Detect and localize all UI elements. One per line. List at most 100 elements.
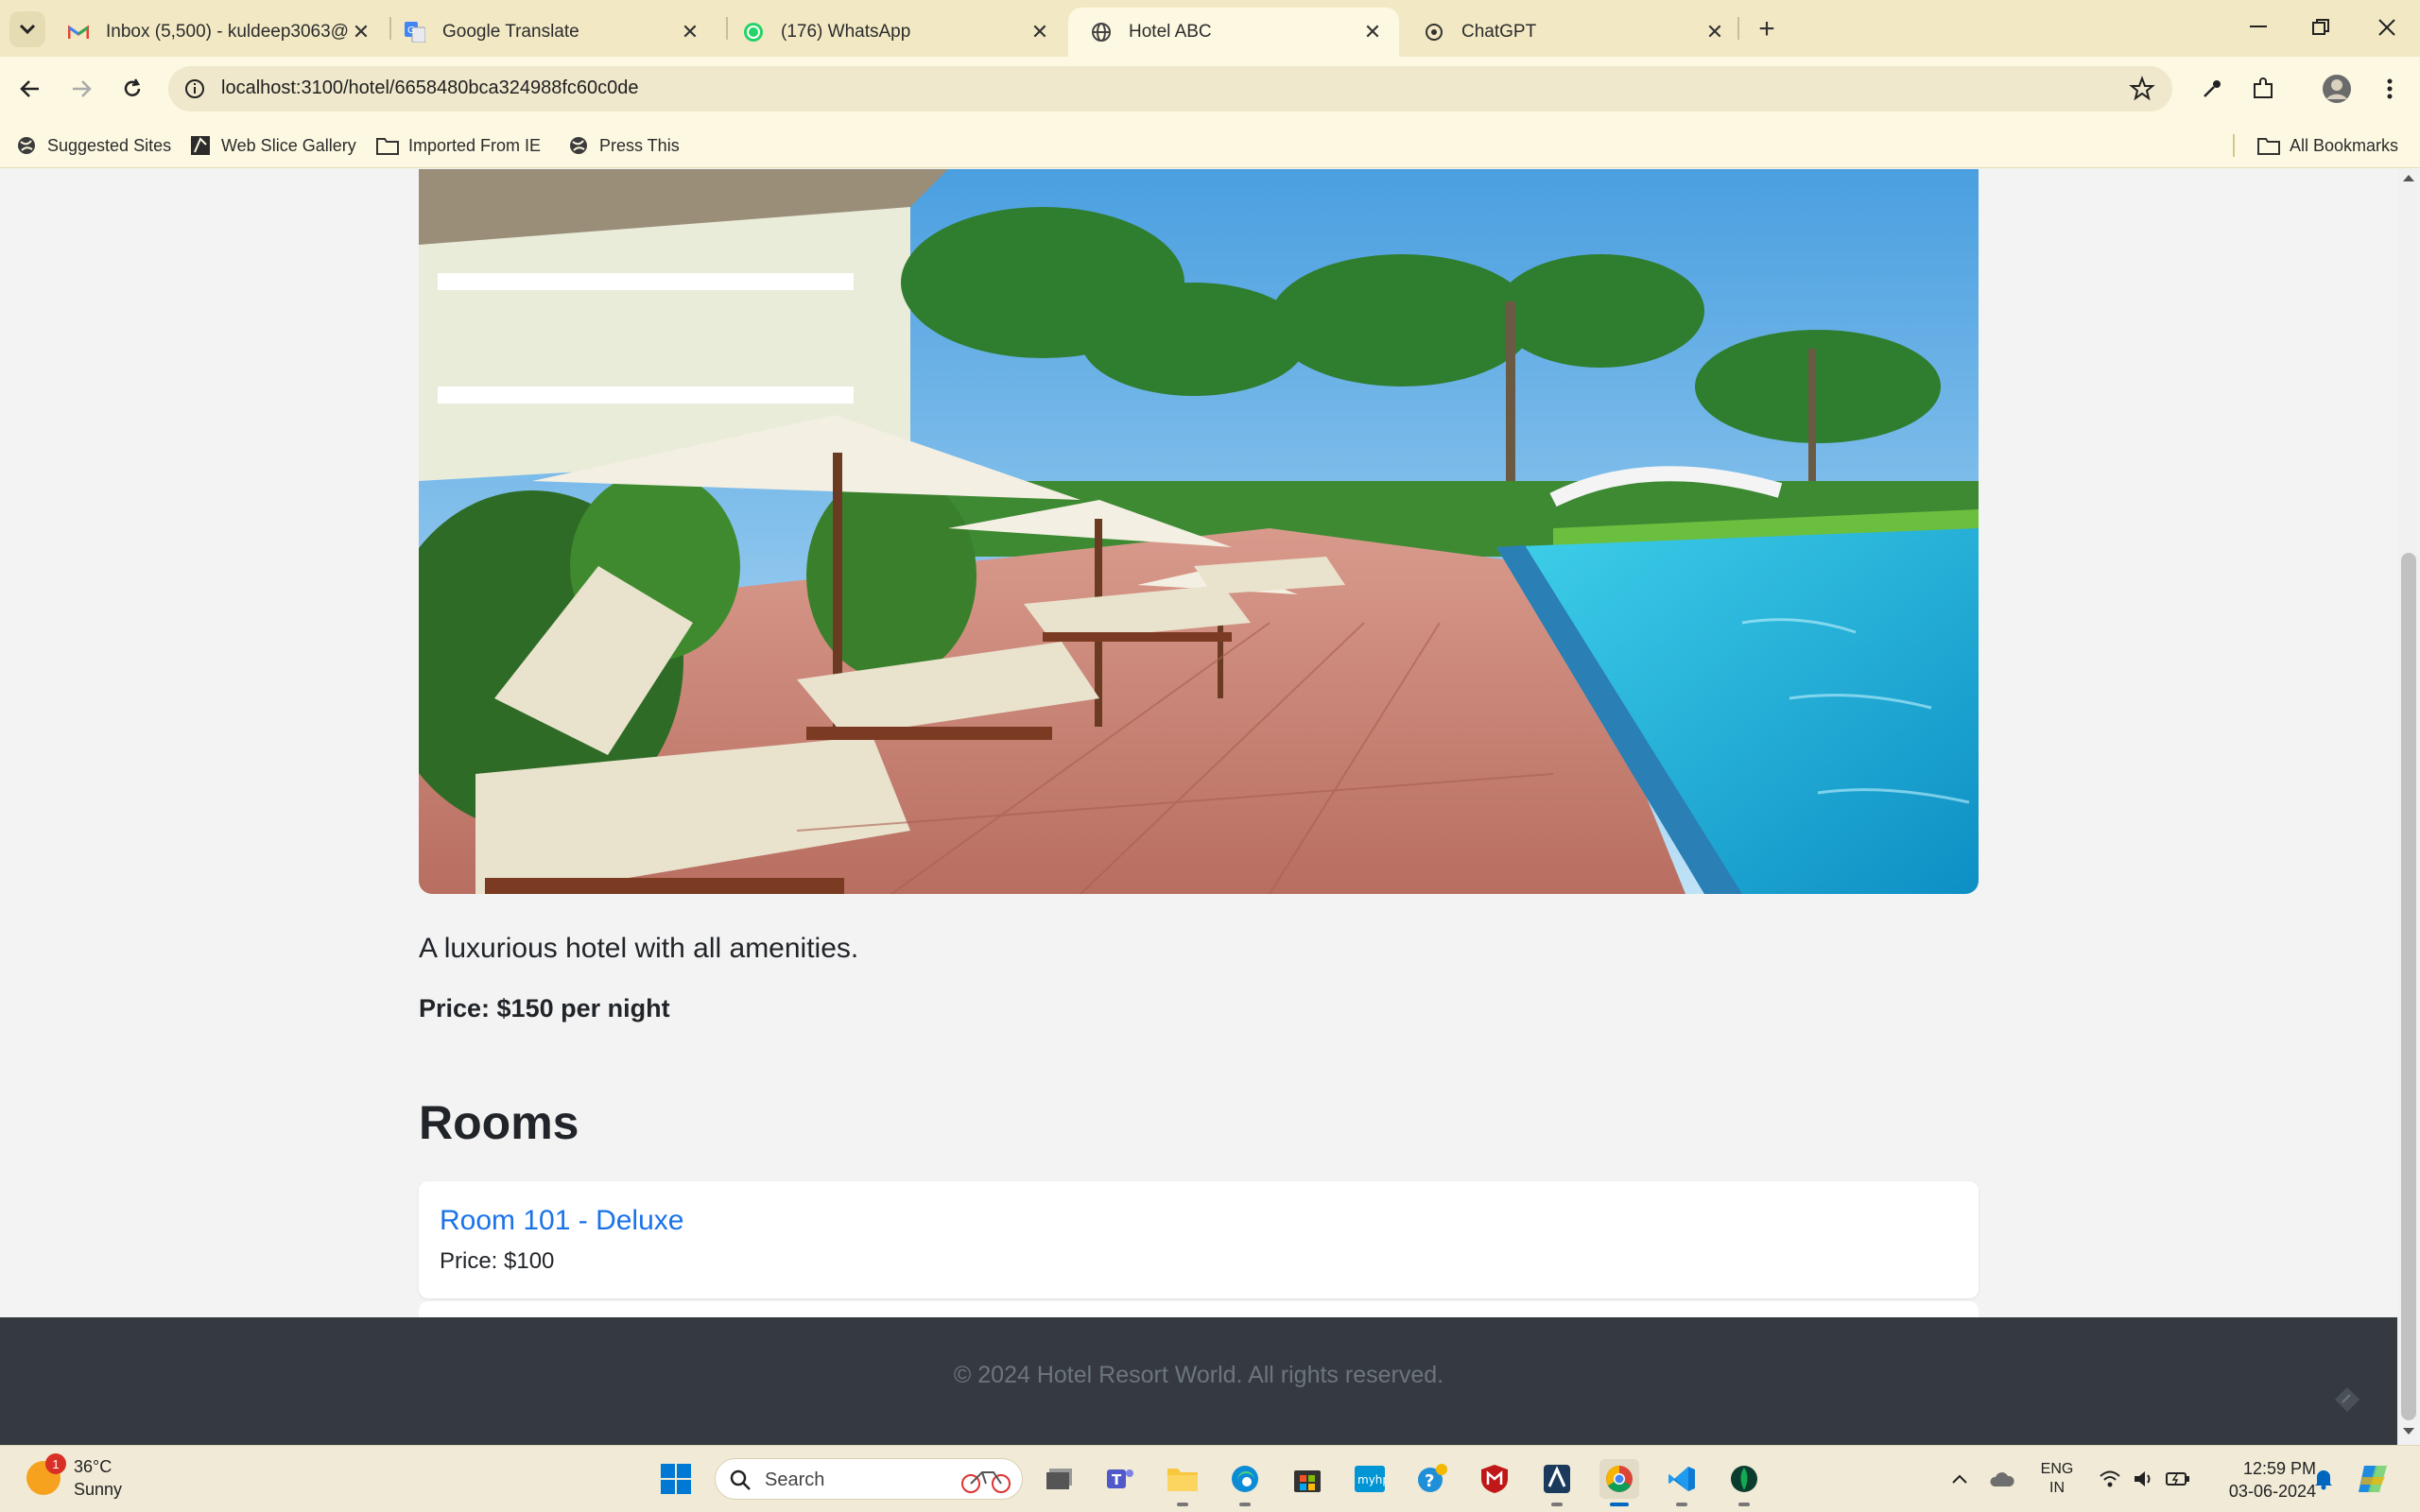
start-button[interactable] xyxy=(656,1459,696,1499)
room-price: Price: $100 xyxy=(440,1248,555,1274)
restore-button[interactable] xyxy=(2288,0,2354,55)
room-card xyxy=(419,1301,1979,1317)
back-button[interactable] xyxy=(11,70,49,108)
reload-button[interactable] xyxy=(113,70,151,108)
browser-menu-button[interactable] xyxy=(2373,72,2407,106)
close-icon[interactable]: ✕ xyxy=(1027,19,1053,45)
volume-button[interactable] xyxy=(2129,1459,2159,1499)
notes-app[interactable] xyxy=(1537,1459,1577,1506)
notifications-button[interactable] xyxy=(2308,1459,2339,1499)
forward-button[interactable] xyxy=(62,70,100,108)
new-tab-button[interactable]: + xyxy=(1751,13,1783,45)
bookmark-suggested-sites[interactable]: Suggested Sites xyxy=(15,132,171,159)
windows-logo-icon xyxy=(661,1464,691,1494)
onedrive-button[interactable] xyxy=(1985,1459,2019,1499)
restore-icon xyxy=(2312,19,2329,35)
notification-badge: 1 xyxy=(45,1453,66,1474)
close-window-button[interactable] xyxy=(2354,0,2420,55)
site-info-icon[interactable] xyxy=(182,76,208,102)
battery-button[interactable] xyxy=(2163,1459,2193,1499)
page-scrollbar[interactable] xyxy=(2397,169,2420,1445)
wifi-icon xyxy=(2100,1470,2120,1487)
taskbar-search[interactable]: Search xyxy=(715,1458,1023,1500)
diamond-badge-icon[interactable] xyxy=(2333,1385,2361,1414)
cloud-icon xyxy=(1990,1472,2014,1486)
help-app[interactable]: ? xyxy=(1412,1459,1452,1499)
microsoft-store-app[interactable] xyxy=(1288,1459,1327,1499)
bookmark-press-this[interactable]: Press This xyxy=(567,132,680,159)
tab-google-translate[interactable]: G Google Translate ✕ xyxy=(382,8,717,57)
scrollbar-thumb[interactable] xyxy=(2401,553,2416,1420)
page-viewport: A luxurious hotel with all amenities. Pr… xyxy=(0,169,2397,1317)
close-icon[interactable]: ✕ xyxy=(677,19,703,45)
scroll-up-arrow-icon[interactable] xyxy=(2403,175,2414,181)
chrome-icon xyxy=(1606,1466,1633,1492)
myhp-icon: myhp xyxy=(1355,1466,1386,1492)
page-footer: © 2024 Hotel Resort World. All rights re… xyxy=(0,1317,2397,1445)
kebab-menu-icon xyxy=(2387,78,2393,99)
avatar-icon xyxy=(2323,75,2351,103)
copilot-button[interactable] xyxy=(2354,1459,2392,1499)
network-button[interactable] xyxy=(2095,1459,2125,1499)
myhp-app[interactable]: myhp xyxy=(1350,1459,1390,1499)
weather-widget[interactable]: 1 36°C Sunny xyxy=(26,1453,122,1501)
mongodb-compass-app[interactable] xyxy=(1724,1459,1764,1506)
region-code: IN xyxy=(2049,1480,2065,1496)
tab-whatsapp[interactable]: (176) WhatsApp ✕ xyxy=(720,8,1066,57)
help-icon: ? xyxy=(1418,1464,1447,1492)
address-bar[interactable]: localhost:3100/hotel/6658480bca324988fc6… xyxy=(168,66,2172,112)
minimize-button[interactable] xyxy=(2225,0,2291,55)
hotel-hero-image xyxy=(419,169,1979,894)
bell-icon xyxy=(2315,1470,2332,1490)
eyedropper-extension-button[interactable] xyxy=(2195,72,2229,106)
tab-hotel-abc[interactable]: Hotel ABC ✕ xyxy=(1068,8,1399,57)
url-text[interactable]: localhost:3100/hotel/6658480bca324988fc6… xyxy=(221,77,638,99)
notes-icon xyxy=(1544,1465,1570,1493)
bookmark-imported-from-ie[interactable]: Imported From IE xyxy=(376,132,541,159)
bookmark-label: Press This xyxy=(599,135,680,155)
bicycle-icon xyxy=(961,1471,1011,1493)
show-hidden-icons-button[interactable] xyxy=(1945,1459,1974,1499)
tab-gmail[interactable]: Inbox (5,500) - kuldeep3063@g ✕ xyxy=(45,8,388,57)
extensions-button[interactable] xyxy=(2246,72,2280,106)
bookmark-web-slice-gallery[interactable]: Web Slice Gallery xyxy=(189,132,356,159)
profile-avatar[interactable] xyxy=(2320,72,2354,106)
tab-search-button[interactable] xyxy=(9,11,45,47)
running-indicator xyxy=(1610,1503,1629,1506)
close-icon[interactable]: ✕ xyxy=(1702,19,1728,45)
google-translate-icon: G xyxy=(405,22,425,43)
system-clock[interactable]: 12:59 PM 03-06-2024 xyxy=(2206,1457,2316,1503)
tab-title: ChatGPT xyxy=(1461,22,1537,42)
search-icon xyxy=(730,1469,751,1490)
task-view-button[interactable] xyxy=(1040,1459,1080,1499)
reload-icon xyxy=(124,78,141,96)
room-name-link[interactable]: Room 101 - Deluxe xyxy=(440,1205,683,1237)
mcafee-shield-icon xyxy=(1481,1465,1508,1493)
tab-title: Google Translate xyxy=(442,22,579,42)
chevron-down-icon xyxy=(19,24,36,35)
folder-icon xyxy=(1167,1469,1198,1491)
file-explorer-app[interactable] xyxy=(1163,1459,1202,1506)
mcafee-app[interactable] xyxy=(1475,1459,1514,1499)
running-indicator xyxy=(1738,1503,1750,1506)
tab-chatgpt[interactable]: ChatGPT ✕ xyxy=(1401,8,1741,57)
pool-resort-photo xyxy=(419,169,1979,894)
edge-app[interactable] xyxy=(1225,1459,1265,1506)
language-indicator[interactable]: ENG IN xyxy=(2032,1459,2082,1499)
tab-title: Inbox (5,500) - kuldeep3063@g xyxy=(106,22,348,42)
bookmark-label: Imported From IE xyxy=(408,135,542,155)
vscode-icon xyxy=(1668,1467,1695,1491)
web-slice-icon xyxy=(189,134,212,157)
bookmarks-divider xyxy=(2233,134,2235,157)
chrome-app[interactable] xyxy=(1599,1459,1639,1506)
all-bookmarks-button[interactable]: All Bookmarks xyxy=(2257,132,2398,159)
close-icon[interactable]: ✕ xyxy=(1359,19,1386,45)
vscode-app[interactable] xyxy=(1662,1459,1702,1506)
svg-text:myhp: myhp xyxy=(1357,1473,1386,1486)
scroll-down-arrow-icon[interactable] xyxy=(2403,1428,2414,1435)
footer-copyright: © 2024 Hotel Resort World. All rights re… xyxy=(953,1362,1444,1388)
bookmark-star-icon[interactable] xyxy=(2129,76,2155,102)
tab-title: Hotel ABC xyxy=(1129,22,1212,42)
teams-app[interactable]: T xyxy=(1100,1459,1140,1499)
close-icon[interactable]: ✕ xyxy=(348,19,374,45)
